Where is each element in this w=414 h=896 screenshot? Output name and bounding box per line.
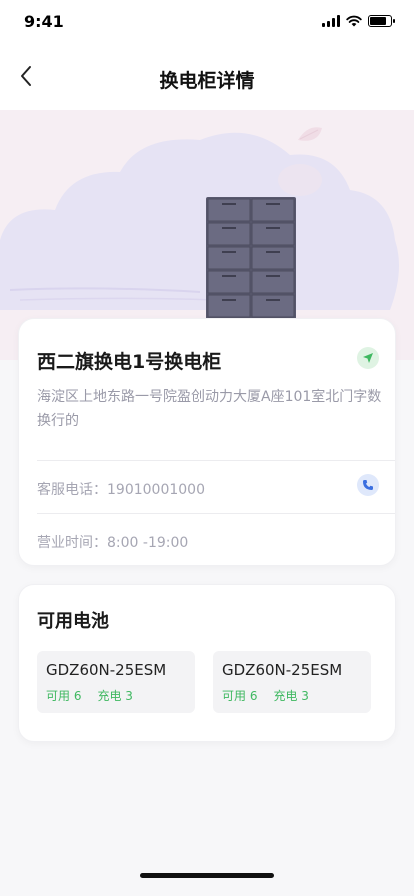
divider: [37, 513, 395, 514]
location-arrow-icon: [363, 353, 373, 363]
phone-icon: [363, 480, 373, 490]
navigation-bar: 换电柜详情: [0, 44, 414, 110]
phone-row: 客服电话：19010001000: [37, 479, 205, 499]
navigate-button[interactable]: [357, 347, 379, 369]
phone-number: 19010001000: [107, 482, 205, 498]
battery-stats: 可用 6 充电 3: [46, 687, 149, 704]
hours-row: 营业时间：8:00 -19:00: [37, 532, 188, 552]
status-bar: 9:41: [0, 0, 414, 44]
call-button[interactable]: [357, 474, 379, 496]
wifi-icon: [346, 15, 362, 27]
status-icons: [322, 15, 395, 27]
battery-model: GDZ60N-25ESM: [222, 661, 343, 679]
hours-label: 营业时间：: [37, 535, 107, 551]
battery-item[interactable]: GDZ60N-25ESM 可用 6 充电 3: [213, 651, 371, 713]
page-title: 换电柜详情: [159, 70, 255, 92]
available-batteries-card: 可用电池 GDZ60N-25ESM 可用 6 充电 3 GDZ60N-25ESM …: [18, 584, 396, 742]
station-address: 海淀区上地东路一号院盈创动力大厦A座101室北门字数换行的: [37, 389, 382, 429]
phone-label: 客服电话：: [37, 482, 107, 498]
battery-model: GDZ60N-25ESM: [46, 661, 167, 679]
available-count: 可用 6: [222, 689, 258, 703]
battery-icon: [368, 15, 395, 27]
station-name: 西二旗换电1号换电柜: [37, 351, 222, 373]
station-info-card: 西二旗换电1号换电柜 海淀区上地东路一号院盈创动力大厦A座101室北门字数换行的…: [18, 318, 396, 566]
section-title: 可用电池: [37, 611, 109, 632]
home-indicator[interactable]: [140, 873, 274, 878]
charging-count: 充电 3: [273, 689, 309, 703]
cabinet-icon: [206, 197, 296, 327]
divider: [37, 460, 395, 461]
hours-value: 8:00 -19:00: [107, 535, 189, 551]
charging-count: 充电 3: [97, 689, 133, 703]
status-time: 9:41: [24, 12, 64, 31]
cellular-signal-icon: [322, 15, 340, 27]
battery-stats: 可用 6 充电 3: [222, 687, 325, 704]
battery-item[interactable]: GDZ60N-25ESM 可用 6 充电 3: [37, 651, 195, 713]
available-count: 可用 6: [46, 689, 82, 703]
